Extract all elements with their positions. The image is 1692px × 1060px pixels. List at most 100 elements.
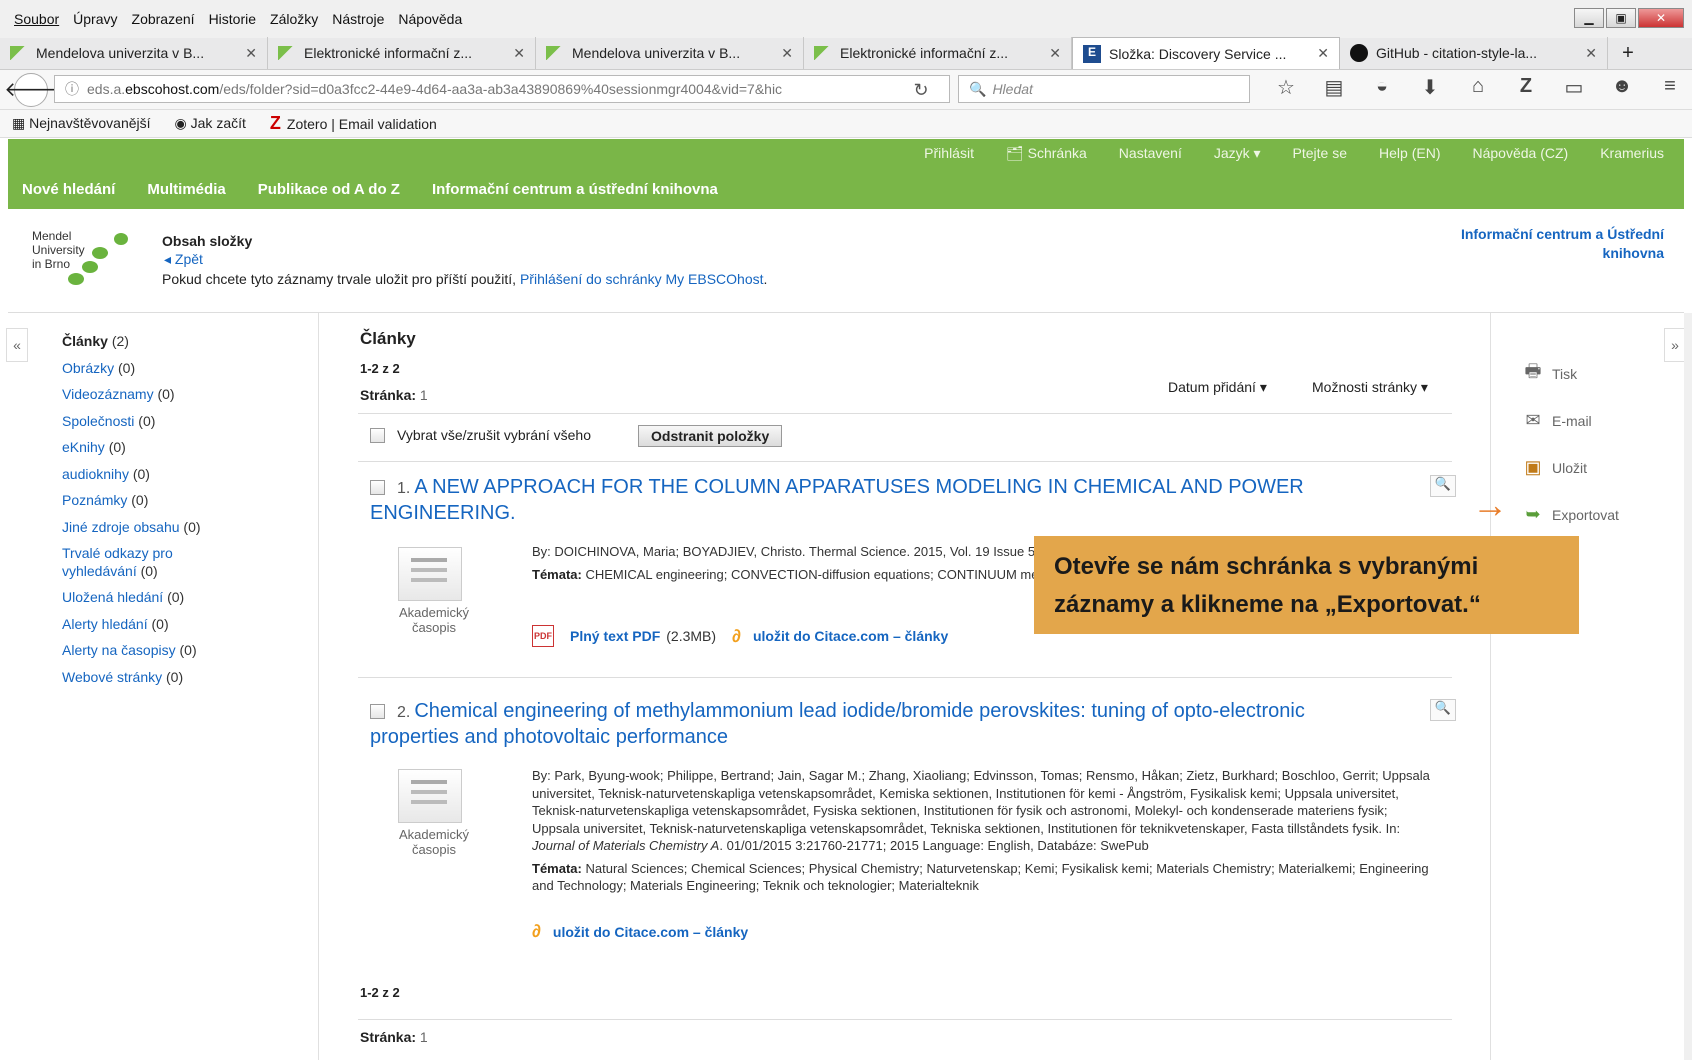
sidebar-item-persistent-links[interactable]: Trvalé odkazy pro vyhledávání (0) <box>62 540 202 584</box>
menu-bookmarks[interactable]: Záložky <box>270 11 318 27</box>
citace-link[interactable]: uložit do Citace.com – články <box>753 628 948 644</box>
browser-tab[interactable]: Elektronické informační z... ✕ <box>804 37 1072 69</box>
bookmark-getting-started[interactable]: ◉ Jak začít <box>175 115 258 132</box>
library-link[interactable]: Informační centrum a Ústřední knihovna <box>1404 225 1664 263</box>
folder-icon[interactable]: ▭ <box>1550 75 1598 100</box>
print-tool[interactable]: 🖶 Tisk <box>1520 350 1619 397</box>
divider <box>318 313 319 1060</box>
language-dropdown[interactable]: Jazyk ▾ <box>1214 145 1261 162</box>
nav-multimedia[interactable]: Multimédia <box>147 181 225 198</box>
home-icon[interactable]: ⌂ <box>1454 75 1502 100</box>
menu-edit[interactable]: Úpravy <box>73 11 117 27</box>
bookmark-zotero[interactable]: Z Zotero | Email validation <box>270 113 449 134</box>
browser-tab[interactable]: Elektronické informační z... ✕ <box>268 37 536 69</box>
sidebar-item-search-alerts[interactable]: Alerty hledání (0) <box>62 611 312 638</box>
email-tool[interactable]: ✉ E-mail <box>1520 397 1619 444</box>
bookmark-label: Jak začít <box>190 115 246 131</box>
citace-link[interactable]: uložit do Citace.com – články <box>553 924 748 940</box>
menu-history[interactable]: Historie <box>209 11 256 27</box>
close-tab-icon[interactable]: ✕ <box>245 45 257 62</box>
sidebar-item-notes[interactable]: Poznámky (0) <box>62 487 312 514</box>
settings-link[interactable]: Nastavení <box>1119 145 1182 162</box>
top-links: Přihlásit 🗂 Schránka Nastavení Jazyk ▾ P… <box>924 145 1664 162</box>
close-tab-icon[interactable]: ✕ <box>1585 45 1597 62</box>
sidebar-item-saved-searches[interactable]: Uložená hledání (0) <box>62 584 312 611</box>
help-en-link[interactable]: Help (EN) <box>1379 145 1440 162</box>
select-all-checkbox[interactable] <box>370 427 385 443</box>
browser-tab[interactable]: GitHub - citation-style-la... ✕ <box>1340 37 1608 69</box>
browser-tab[interactable]: Mendelova univerzita v B... ✕ <box>536 37 804 69</box>
sidebar-item-label: Alerty hledání <box>62 615 148 632</box>
export-tool[interactable]: ➥ Exportovat <box>1520 491 1619 538</box>
sidebar-item-audiobooks[interactable]: audioknihy (0) <box>62 461 312 488</box>
sidebar-item-articles[interactable]: Články (2) <box>62 328 312 355</box>
info-icon[interactable]: ⓘ <box>65 79 79 99</box>
sidebar-item-web-pages[interactable]: Webové stránky (0) <box>62 664 312 691</box>
login-link[interactable]: Přihlásit <box>924 145 974 162</box>
close-window-button[interactable]: ✕ <box>1638 8 1684 28</box>
download-icon[interactable]: ⬇ <box>1406 75 1454 100</box>
save-tool[interactable]: ▣ Uložit <box>1520 444 1619 491</box>
sidebar-item-label: audioknihy <box>62 465 129 482</box>
ask-link[interactable]: Ptejte se <box>1293 145 1347 162</box>
nav-publications[interactable]: Publikace od A do Z <box>258 181 400 198</box>
preview-icon[interactable]: 🔍 <box>1430 699 1456 721</box>
sort-dropdown[interactable]: Datum přidání ▾ <box>1168 379 1267 396</box>
sidebar-item-companies[interactable]: Společnosti (0) <box>62 408 312 435</box>
browser-tab-active[interactable]: E Složka: Discovery Service ... ✕ <box>1072 37 1340 69</box>
pdf-fulltext-link[interactable]: Plný text PDF <box>570 628 660 644</box>
close-tab-icon[interactable]: ✕ <box>1317 45 1329 62</box>
close-tab-icon[interactable]: ✕ <box>781 45 793 62</box>
record-title-link[interactable]: A NEW APPROACH FOR THE COLUMN APPARATUSE… <box>370 476 1304 524</box>
close-tab-icon[interactable]: ✕ <box>1049 45 1061 62</box>
chat-icon[interactable]: ☻ <box>1598 75 1646 100</box>
sidebar-item-other-sources[interactable]: Jiné zdroje obsahu (0) <box>62 514 312 541</box>
menu-tools[interactable]: Nástroje <box>332 11 384 27</box>
url-bar[interactable]: ⓘ eds.a. ebscohost.com/eds/folder?sid=d0a… <box>54 75 950 103</box>
preview-icon[interactable]: 🔍 <box>1430 475 1456 497</box>
browser-tab[interactable]: Mendelova univerzita v B... ✕ <box>0 37 268 69</box>
page-options-dropdown[interactable]: Možnosti stránky ▾ <box>1312 379 1428 396</box>
back-arrow-icon[interactable]: 🡐 <box>4 72 58 107</box>
reading-list-icon[interactable]: ▤ <box>1310 75 1358 100</box>
sidebar-item-videos[interactable]: Videozáznamy (0) <box>62 381 312 408</box>
star-icon[interactable]: ☆ <box>1262 75 1310 100</box>
hamburger-menu-icon[interactable]: ≡ <box>1646 75 1692 100</box>
menu-view[interactable]: Zobrazení <box>132 11 195 27</box>
kramerius-link[interactable]: Kramerius <box>1600 145 1664 162</box>
maximize-button[interactable]: ▣ <box>1606 8 1636 28</box>
my-ebsco-login-link[interactable]: Přihlášení do schránky My EBSCOhost <box>520 271 764 287</box>
scrollbar[interactable] <box>1684 313 1692 1060</box>
bookmark-most-visited[interactable]: ▦ Nejnavštěvovanější <box>12 115 163 132</box>
menu-file[interactable]: Soubor <box>14 11 59 27</box>
new-tab-button[interactable]: + <box>1608 37 1648 69</box>
nav-library[interactable]: Informační centrum a ústřední knihovna <box>432 181 718 198</box>
nav-new-search[interactable]: Nové hledání <box>22 181 115 198</box>
back-link[interactable]: ◂ Zpět <box>164 251 203 268</box>
reload-icon[interactable]: ↻ <box>906 76 936 104</box>
tool-label: Exportovat <box>1552 506 1619 523</box>
remove-items-button[interactable]: Odstranit položky <box>638 425 783 447</box>
close-tab-icon[interactable]: ✕ <box>513 45 525 62</box>
search-input[interactable]: 🔍 Hledat <box>958 75 1250 103</box>
record-title-link[interactable]: Chemical engineering of methylammonium l… <box>370 700 1305 748</box>
minimize-button[interactable]: ▁ <box>1574 8 1604 28</box>
sidebar-item-images[interactable]: Obrázky (0) <box>62 355 312 382</box>
collapse-left-button[interactable]: « <box>6 328 28 362</box>
sidebar-item-journal-alerts[interactable]: Alerty na časopisy (0) <box>62 637 312 664</box>
record-checkbox[interactable] <box>370 704 385 720</box>
save-note-end: . <box>763 271 768 287</box>
pocket-icon[interactable]: ◒ <box>1358 75 1406 100</box>
folder-link[interactable]: 🗂 Schránka <box>1006 145 1087 162</box>
record-checkbox[interactable] <box>370 480 385 496</box>
sidebar-item-ebooks[interactable]: eKnihy (0) <box>62 434 312 461</box>
zotero-icon[interactable]: Z <box>1502 75 1550 100</box>
menu-help[interactable]: Nápověda <box>398 11 462 27</box>
citation-journal: Journal of Materials Chemistry A <box>532 838 720 853</box>
logo-line: Mendel <box>32 229 72 243</box>
divider <box>358 1019 1452 1020</box>
select-all[interactable]: Vybrat vše/zrušit vybrání všeho <box>370 427 591 443</box>
help-cz-link[interactable]: Nápověda (CZ) <box>1473 145 1569 162</box>
collapse-right-button[interactable]: » <box>1664 328 1686 362</box>
floppy-disk-icon: ▣ <box>1524 457 1542 477</box>
